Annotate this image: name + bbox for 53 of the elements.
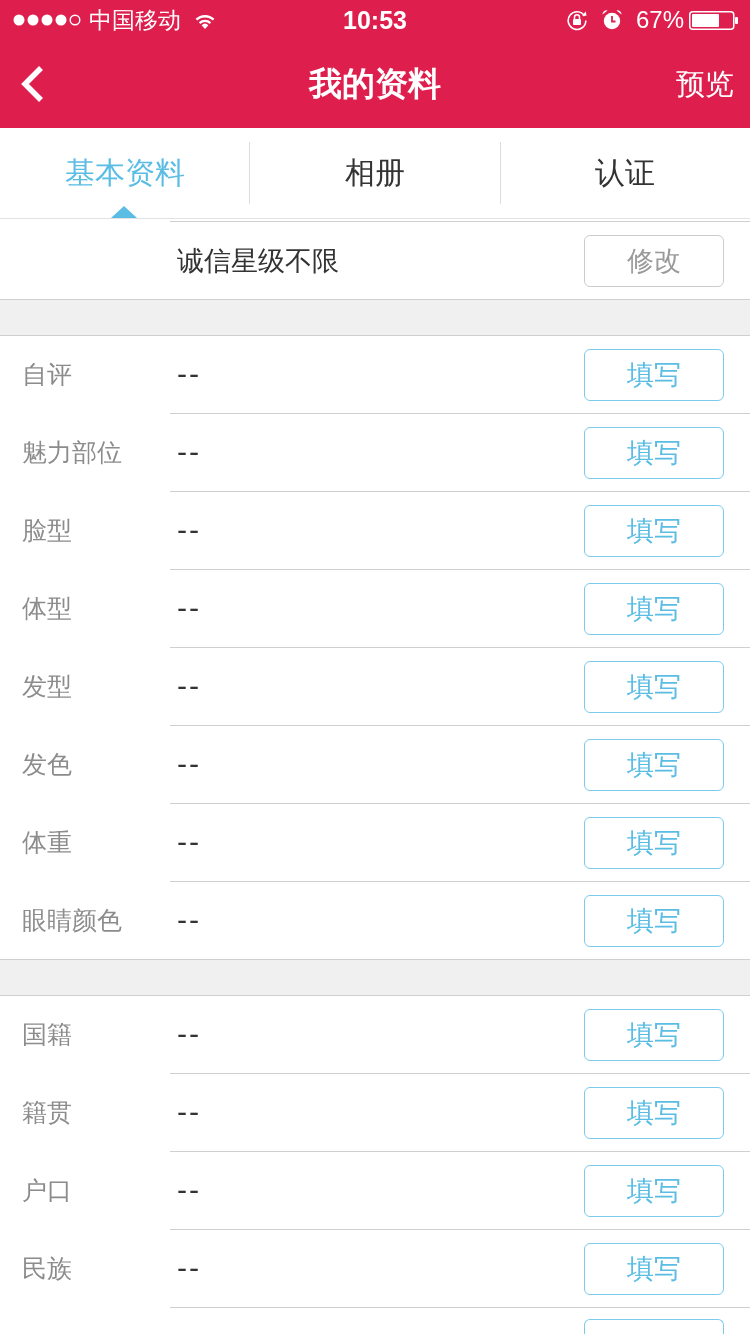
- fill-button[interactable]: 填写: [584, 426, 724, 479]
- field-value: --: [177, 1250, 202, 1287]
- carrier-name: 中国移动: [89, 6, 181, 35]
- field-value: --: [177, 746, 202, 783]
- field-value: --: [177, 512, 202, 549]
- fill-button[interactable]: 填写: [584, 582, 724, 635]
- status-time: 10:53: [343, 5, 407, 35]
- field-value: --: [177, 1016, 202, 1053]
- field-label: 魅力部位: [22, 437, 122, 469]
- field-label: 脸型: [22, 515, 72, 547]
- fill-button[interactable]: 填写: [584, 738, 724, 791]
- field-value: --: [177, 902, 202, 939]
- battery-percent: 67%: [635, 5, 684, 35]
- field-value: --: [177, 824, 202, 861]
- field-value: --: [177, 668, 202, 705]
- field-label: 体型: [22, 593, 72, 625]
- field-label: 民族: [22, 1253, 72, 1285]
- signal-icon: [13, 14, 81, 26]
- field-label: 体重: [22, 827, 72, 859]
- fill-button[interactable]: 填写: [584, 816, 724, 869]
- back-button[interactable]: [20, 65, 45, 103]
- field-label: 发型: [22, 671, 72, 703]
- rotation-lock-icon: [565, 9, 588, 31]
- battery-icon: [689, 10, 738, 30]
- tab[interactable]: 基本资料: [0, 128, 250, 218]
- fill-button[interactable]: 填写: [584, 504, 724, 557]
- field-value: --: [177, 434, 202, 471]
- preview-button[interactable]: 预览: [674, 62, 736, 106]
- field-label: 户口: [22, 1175, 72, 1207]
- field-value: --: [177, 1094, 202, 1131]
- chevron-left-icon: [20, 65, 45, 103]
- fill-button[interactable]: 填写: [584, 894, 724, 947]
- selection-pointer-icon: [110, 206, 137, 218]
- field-label: 籍贯: [22, 1097, 72, 1129]
- field-value: --: [177, 590, 202, 627]
- field-value: --: [177, 356, 202, 393]
- edit-button[interactable]: 修改: [584, 234, 724, 287]
- field-value: --: [177, 1172, 202, 1209]
- fill-button[interactable]: 填写: [584, 660, 724, 713]
- fill-button[interactable]: 填写: [584, 1008, 724, 1061]
- integrity-level-text: 诚信星级不限: [177, 243, 339, 278]
- field-label: 国籍: [22, 1019, 72, 1051]
- field-label: 发色: [22, 749, 72, 781]
- fill-button[interactable]: 填写: [584, 348, 724, 401]
- field-label: 自评: [22, 359, 72, 391]
- field-label: 眼睛颜色: [22, 904, 122, 937]
- tab[interactable]: 认证: [500, 128, 750, 218]
- tab[interactable]: 相册: [250, 128, 500, 218]
- fill-button[interactable]: 填写: [584, 1242, 724, 1295]
- fill-button[interactable]: 填写: [584, 1164, 724, 1217]
- alarm-clock-icon: [600, 9, 623, 31]
- fill-button[interactable]: 填写: [584, 1086, 724, 1139]
- page-title: 我的资料: [309, 64, 441, 104]
